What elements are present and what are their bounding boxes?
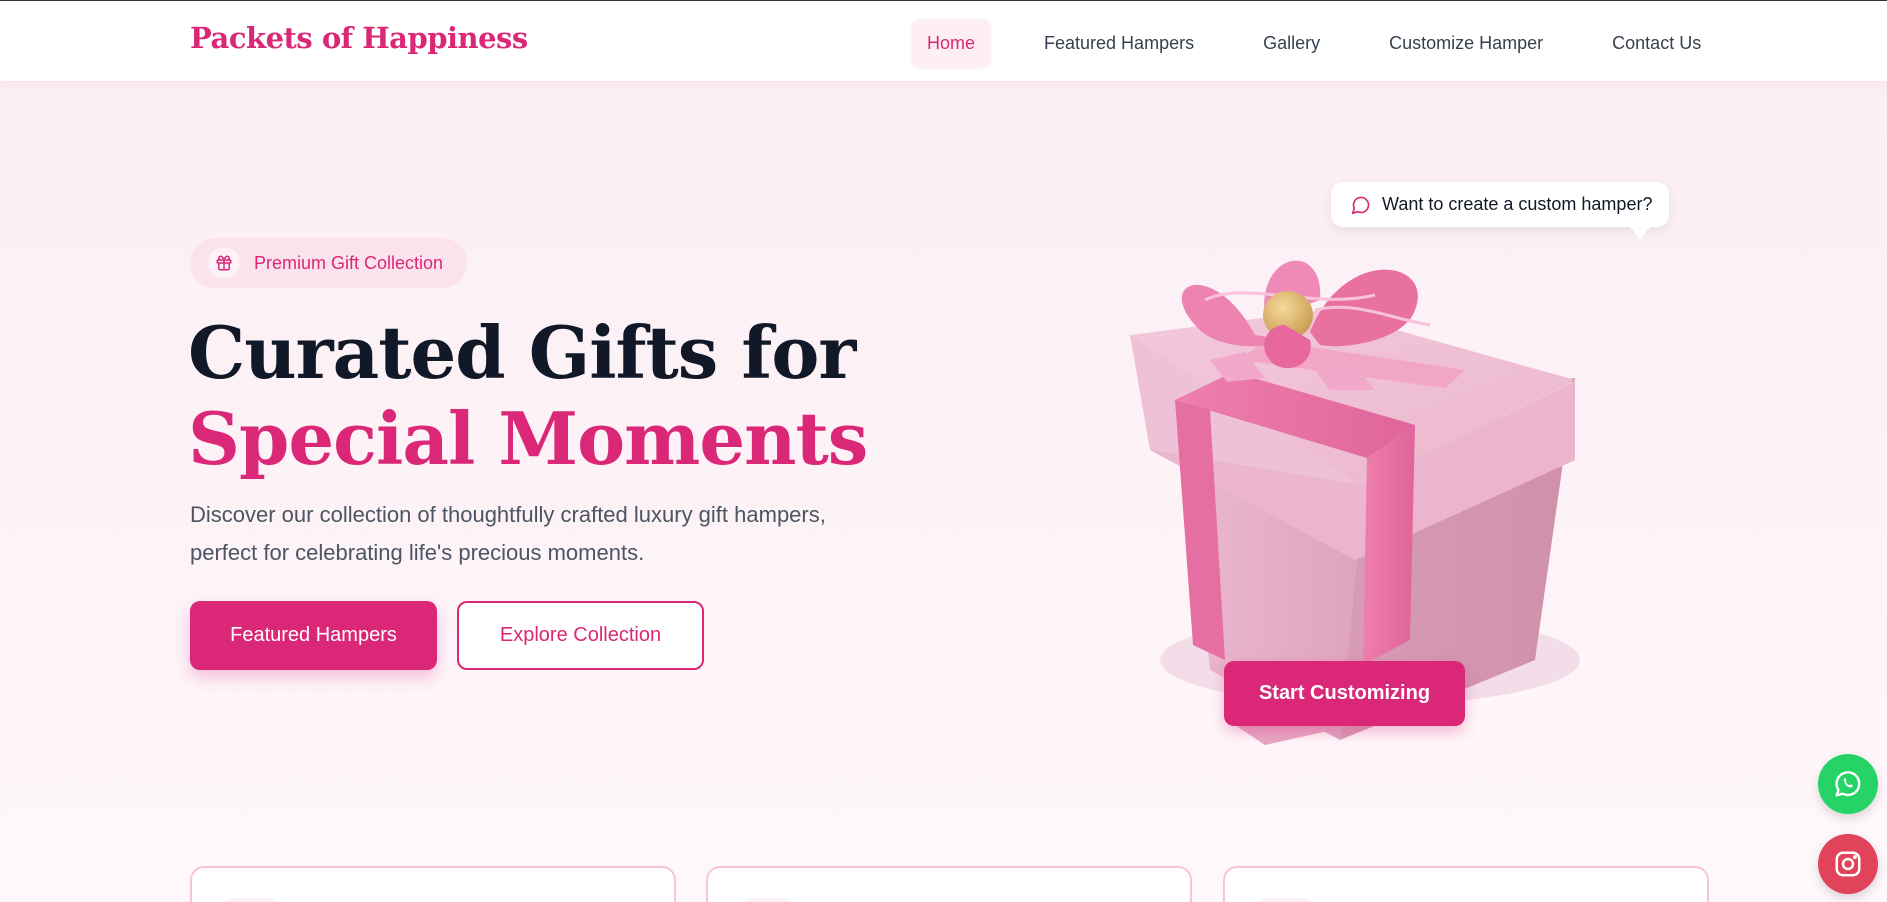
hero-description: Discover our collection of thoughtfully …	[190, 502, 826, 565]
nav-item-home[interactable]: Home	[912, 19, 991, 67]
feature-card-icon-placeholder	[225, 898, 279, 902]
site-header: Packets of Happiness Home Featured Hampe…	[0, 1, 1887, 81]
main-nav: Home Featured Hampers Gallery Customize …	[912, 19, 1755, 67]
feature-card	[706, 866, 1192, 902]
brand-logo[interactable]: Packets of Happiness	[190, 21, 528, 55]
feature-card-icon-placeholder	[1258, 898, 1312, 902]
instagram-button[interactable]	[1818, 834, 1878, 894]
nav-item-featured-hampers[interactable]: Featured Hampers	[1029, 19, 1209, 67]
premium-badge: Premium Gift Collection	[190, 238, 467, 288]
nav-item-contact-us[interactable]: Contact Us	[1597, 19, 1716, 67]
explore-collection-button[interactable]: Explore Collection	[457, 601, 704, 670]
nav-item-gallery[interactable]: Gallery	[1248, 19, 1335, 67]
whatsapp-button[interactable]	[1818, 754, 1878, 814]
feature-card	[1223, 866, 1709, 902]
hero-title-line-2: Special Moments	[188, 396, 868, 481]
message-circle-icon	[1351, 196, 1370, 214]
gift-icon	[208, 247, 240, 279]
badge-label: Premium Gift Collection	[254, 252, 444, 273]
nav-item-customize-hamper[interactable]: Customize Hamper	[1374, 19, 1558, 67]
feature-card	[190, 866, 676, 902]
custom-hamper-speech-bubble[interactable]: Want to create a custom hamper?	[1331, 182, 1669, 239]
whatsapp-icon	[1835, 771, 1861, 797]
instagram-icon	[1835, 851, 1861, 877]
featured-hampers-button[interactable]: Featured Hampers	[190, 601, 437, 670]
start-customizing-button[interactable]: Start Customizing	[1224, 661, 1465, 726]
feature-card-icon-placeholder	[741, 898, 795, 902]
speech-bubble-text: Want to create a custom hamper?	[1382, 194, 1653, 214]
hero-title-line-1: Curated Gifts for	[188, 310, 856, 395]
